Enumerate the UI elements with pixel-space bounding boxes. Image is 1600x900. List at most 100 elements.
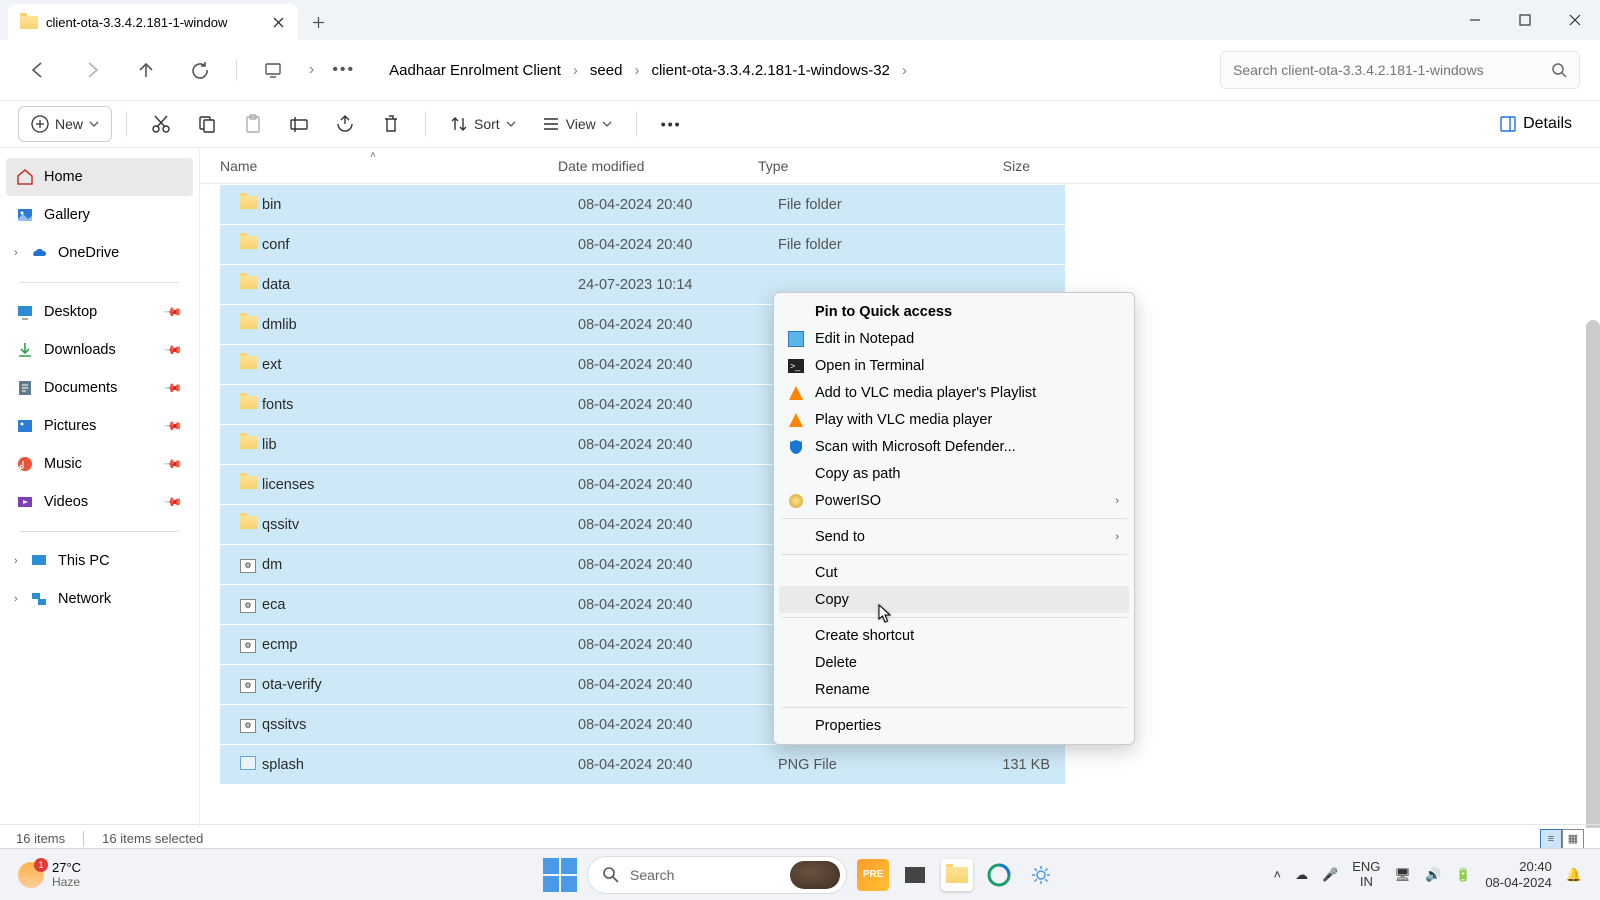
search-icon <box>602 866 620 884</box>
file-date: 08-04-2024 20:40 <box>578 637 778 653</box>
details-view-button[interactable]: ≡ <box>1540 829 1562 849</box>
back-button[interactable] <box>20 52 56 88</box>
chevron-right-icon[interactable]: › <box>14 555 18 567</box>
minimize-button[interactable] <box>1450 0 1500 40</box>
context-menu-item[interactable]: Edit in Notepad <box>779 325 1129 352</box>
file-date: 08-04-2024 20:40 <box>578 397 778 413</box>
sidebar-music[interactable]: Music📌 <box>6 445 193 483</box>
new-button[interactable]: New <box>18 106 112 142</box>
file-row[interactable]: conf 08-04-2024 20:40 File folder <box>220 225 1065 264</box>
language-indicator[interactable]: ENGIN <box>1352 860 1380 889</box>
breadcrumb-item[interactable]: Aadhaar Enrolment Client <box>383 58 567 83</box>
context-menu-item[interactable]: Create shortcut <box>779 622 1129 649</box>
search-box[interactable] <box>1220 51 1580 89</box>
sidebar-documents[interactable]: Documents📌 <box>6 369 193 407</box>
view-button[interactable]: View <box>532 106 622 142</box>
close-button[interactable] <box>1550 0 1600 40</box>
context-menu-item[interactable]: Play with VLC media player <box>779 406 1129 433</box>
battery-tray-icon[interactable]: 🔋 <box>1455 867 1471 883</box>
context-menu-item[interactable]: Copy as path <box>779 460 1129 487</box>
sidebar-onedrive[interactable]: ›OneDrive <box>6 234 193 272</box>
taskbar-search[interactable]: Search <box>587 856 847 894</box>
clock[interactable]: 20:4008-04-2024 <box>1485 859 1552 890</box>
column-date[interactable]: Date modified <box>558 158 758 174</box>
more-locations-icon[interactable]: ••• <box>332 61 355 79</box>
column-size[interactable]: Size <box>930 158 1030 174</box>
sidebar-videos[interactable]: Videos📌 <box>6 483 193 521</box>
paste-button[interactable] <box>233 106 273 142</box>
sidebar-desktop[interactable]: Desktop📌 <box>6 293 193 331</box>
context-menu-item[interactable]: Rename <box>779 676 1129 703</box>
context-menu-item[interactable]: PowerISO › <box>779 487 1129 514</box>
add-tab-button[interactable] <box>298 4 338 40</box>
context-menu-label: Add to VLC media player's Playlist <box>815 385 1036 401</box>
pin-icon: 📌 <box>163 340 183 360</box>
delete-button[interactable] <box>371 106 411 142</box>
context-menu-item[interactable]: Delete <box>779 649 1129 676</box>
context-menu: Pin to Quick access Edit in Notepad >_ O… <box>773 292 1135 745</box>
share-button[interactable] <box>325 106 365 142</box>
chevron-right-icon: › <box>573 62 578 79</box>
chevron-right-icon[interactable]: › <box>14 593 18 605</box>
copy-button[interactable] <box>187 106 227 142</box>
tab[interactable]: client-ota-3.3.4.2.181-1-window <box>8 4 298 40</box>
sort-button[interactable]: Sort <box>440 106 526 142</box>
refresh-button[interactable] <box>182 52 218 88</box>
weather-widget[interactable]: 1 27°C Haze <box>18 860 81 889</box>
context-menu-label: Edit in Notepad <box>815 331 914 347</box>
context-menu-item[interactable]: >_ Open in Terminal <box>779 352 1129 379</box>
chevron-right-icon[interactable]: › <box>14 247 18 259</box>
mic-tray-icon[interactable]: 🎤 <box>1322 867 1338 883</box>
file-row[interactable]: splash 08-04-2024 20:40 PNG File 131 KB <box>220 745 1065 784</box>
context-menu-separator <box>781 707 1127 708</box>
file-name: licenses <box>262 477 578 493</box>
taskbar-settings-icon[interactable] <box>1025 859 1057 891</box>
context-menu-item[interactable]: Cut <box>779 559 1129 586</box>
rename-button[interactable] <box>279 106 319 142</box>
pin-icon: 📌 <box>163 416 183 436</box>
breadcrumb-item[interactable]: client-ota-3.3.4.2.181-1-windows-32 <box>645 58 895 83</box>
toolbar: New Sort View ••• Details <box>0 100 1600 148</box>
sidebar-pictures[interactable]: Pictures📌 <box>6 407 193 445</box>
details-button[interactable]: Details <box>1489 115 1582 133</box>
context-menu-item[interactable]: Properties <box>779 712 1129 739</box>
taskbar-explorer-icon[interactable] <box>941 859 973 891</box>
icons-view-button[interactable]: ▦ <box>1562 829 1584 849</box>
sidebar-downloads[interactable]: Downloads📌 <box>6 331 193 369</box>
volume-tray-icon[interactable]: 🔊 <box>1425 867 1441 883</box>
sidebar-network[interactable]: ›Network <box>6 580 193 618</box>
file-date: 08-04-2024 20:40 <box>578 237 778 253</box>
context-menu-item[interactable]: Copy <box>779 586 1129 613</box>
onedrive-tray-icon[interactable]: ☁ <box>1295 867 1308 883</box>
context-menu-item[interactable]: Send to › <box>779 523 1129 550</box>
taskbar-app-icon[interactable]: PRE <box>857 859 889 891</box>
forward-button[interactable] <box>74 52 110 88</box>
more-button[interactable]: ••• <box>651 106 692 142</box>
file-date: 08-04-2024 20:40 <box>578 717 778 733</box>
maximize-button[interactable] <box>1500 0 1550 40</box>
chevron-right-icon[interactable]: › <box>309 61 314 79</box>
notifications-tray-icon[interactable]: 🔔 <box>1566 867 1582 883</box>
sidebar-thispc[interactable]: ›This PC <box>6 542 193 580</box>
taskbar-app-icon[interactable] <box>899 859 931 891</box>
column-name[interactable]: Name˄ <box>220 158 558 174</box>
tray-expand-icon[interactable]: ˄ <box>1273 867 1281 882</box>
network-tray-icon[interactable]: 🖥 <box>1394 867 1411 883</box>
pc-icon[interactable] <box>255 52 291 88</box>
scrollbar-thumb[interactable] <box>1586 320 1600 828</box>
context-menu-item[interactable]: Scan with Microsoft Defender... <box>779 433 1129 460</box>
sidebar-home[interactable]: Home <box>6 158 193 196</box>
column-type[interactable]: Type <box>758 158 930 174</box>
context-menu-item[interactable]: Add to VLC media player's Playlist <box>779 379 1129 406</box>
tab-close-button[interactable] <box>270 14 286 30</box>
sort-indicator-icon: ˄ <box>370 150 376 161</box>
search-input[interactable] <box>1233 62 1541 78</box>
taskbar-edge-icon[interactable] <box>983 859 1015 891</box>
breadcrumb-item[interactable]: seed <box>584 58 629 83</box>
file-row[interactable]: bin 08-04-2024 20:40 File folder <box>220 185 1065 224</box>
sidebar-gallery[interactable]: Gallery <box>6 196 193 234</box>
start-button[interactable] <box>543 858 577 892</box>
cut-button[interactable] <box>141 106 181 142</box>
context-menu-item[interactable]: Pin to Quick access <box>779 298 1129 325</box>
up-button[interactable] <box>128 52 164 88</box>
